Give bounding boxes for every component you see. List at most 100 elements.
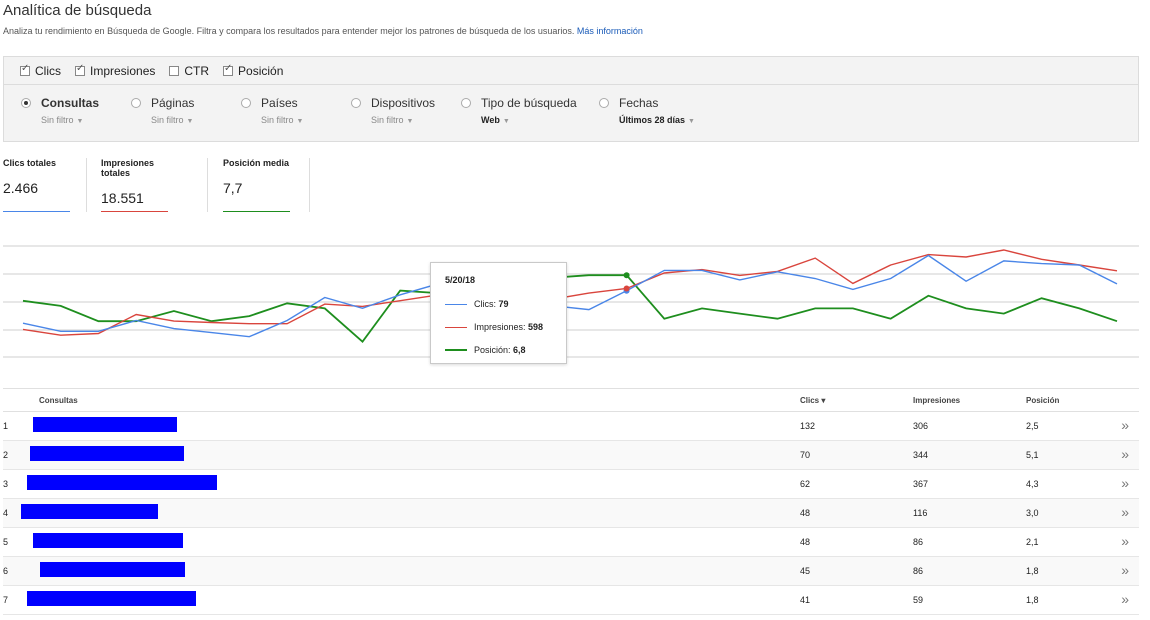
radio-icon [461, 98, 471, 108]
cell-impressions: 344 [913, 450, 929, 460]
total-impressions: Impresiones totales 18.551 [101, 158, 168, 212]
row-number: 4 [3, 508, 9, 518]
tooltip-row-clicks: Clics: 79 [445, 299, 552, 309]
dimension-dates[interactable]: Fechas Últimos 28 días ▼ [599, 96, 695, 125]
table-row[interactable]: 3 62 367 4,3 » [3, 470, 1139, 499]
metric-clicks-checkbox[interactable]: Clics [20, 63, 61, 78]
caret-down-icon: ▼ [186, 118, 194, 125]
performance-chart[interactable] [3, 232, 1139, 372]
column-header-impressions[interactable]: Impresiones [913, 396, 960, 405]
tooltip-value: 6,8 [513, 345, 526, 355]
dimension-label: Páginas [151, 96, 195, 110]
dimension-search-type[interactable]: Tipo de búsqueda Web ▼ [461, 96, 577, 125]
expand-row-icon[interactable]: » [1121, 475, 1129, 491]
cell-position: 3,0 [1026, 508, 1039, 518]
dimension-filter-dropdown[interactable]: Sin filtro ▼ [371, 115, 435, 125]
table-row[interactable]: 1 132 306 2,5 » [3, 412, 1139, 441]
expand-row-icon[interactable]: » [1121, 504, 1129, 520]
expand-row-icon[interactable]: » [1121, 591, 1129, 607]
redacted-query [27, 475, 217, 490]
filter-label: Sin filtro [151, 115, 184, 125]
total-value: 2.466 [3, 180, 39, 196]
checkbox-checked-icon [20, 63, 30, 76]
cell-impressions: 367 [913, 479, 929, 489]
dimension-label: Consultas [41, 96, 100, 110]
tooltip-row-position: Posición: 6,8 [445, 345, 552, 355]
cell-impressions: 86 [913, 537, 924, 547]
dimension-filter-dropdown[interactable]: Sin filtro ▼ [41, 115, 99, 125]
dimension-filter-dropdown[interactable]: Últimos 28 días ▼ [619, 115, 695, 125]
cell-clicks: 48 [800, 508, 811, 518]
filter-label: Sin filtro [41, 115, 74, 125]
filter-label: Últimos 28 días [619, 115, 686, 125]
dimension-filter-dropdown[interactable]: Web ▼ [481, 115, 577, 125]
divider [207, 158, 208, 212]
dimension-label: Tipo de búsqueda [481, 96, 577, 110]
total-value: 7,7 [223, 180, 243, 196]
expand-row-icon[interactable]: » [1121, 533, 1129, 549]
caret-down-icon: ▼ [688, 118, 695, 125]
more-info-link[interactable]: Más información [577, 26, 643, 36]
legend-line-icon [445, 303, 467, 305]
series-line-impresiones [22, 249, 1118, 336]
expand-row-icon[interactable]: » [1121, 562, 1129, 578]
total-position: Posición media 7,7 [223, 158, 290, 212]
metric-impressions-checkbox[interactable]: Impresiones [75, 63, 155, 78]
table-row[interactable]: 7 41 59 1,8 » [3, 586, 1139, 615]
cell-clicks: 45 [800, 566, 811, 576]
total-label: Clics totales [3, 158, 57, 168]
row-number: 1 [3, 421, 9, 431]
total-clicks: Clics totales 2.466 [3, 158, 70, 212]
cell-impressions: 116 [913, 508, 928, 518]
total-label: Impresiones totales [101, 158, 155, 178]
dimension-pages[interactable]: Páginas Sin filtro ▼ [131, 96, 194, 125]
expand-row-icon[interactable]: » [1121, 417, 1129, 433]
radio-selected-icon [21, 98, 31, 108]
table-row[interactable]: 6 45 86 1,8 » [3, 557, 1139, 586]
caret-down-icon: ▼ [76, 118, 84, 125]
table-row[interactable]: 2 70 344 5,1 » [3, 441, 1139, 470]
column-header-clicks[interactable]: Clics ▾ [800, 396, 825, 405]
radio-icon [351, 98, 361, 108]
row-number: 7 [3, 595, 9, 605]
page-title: Analítica de búsqueda [3, 2, 152, 19]
radio-icon [599, 98, 609, 108]
total-label: Posición media [223, 158, 290, 168]
dimensions-bar: Consultas Sin filtro ▼ Páginas Sin filtro… [3, 84, 1139, 142]
cell-clicks: 41 [800, 595, 811, 605]
page-description: Analiza tu rendimiento en Búsqueda de Go… [3, 26, 643, 36]
expand-row-icon[interactable]: » [1121, 446, 1129, 462]
tooltip-label: Impresiones: [474, 322, 526, 332]
dimension-countries[interactable]: Países Sin filtro ▼ [241, 96, 303, 125]
tooltip-value: 598 [528, 322, 544, 332]
metric-ctr-checkbox[interactable]: CTR [169, 64, 209, 78]
dimension-label: Fechas [619, 96, 659, 110]
checkbox-checked-icon [223, 63, 234, 76]
column-header-query[interactable]: Consultas [39, 396, 78, 405]
dimension-label: Dispositivos [371, 96, 436, 110]
cell-clicks: 132 [800, 421, 816, 431]
table-row[interactable]: 4 48 116 3,0 » [3, 499, 1139, 528]
dimension-devices[interactable]: Dispositivos Sin filtro ▼ [351, 96, 435, 125]
tooltip-label: Clics: [474, 299, 496, 309]
metric-label: Posición [238, 63, 284, 78]
cell-clicks: 48 [800, 537, 811, 547]
row-number: 6 [3, 566, 9, 576]
metric-position-checkbox[interactable]: Posición [223, 63, 284, 78]
dimension-queries[interactable]: Consultas Sin filtro ▼ [21, 96, 99, 125]
radio-icon [241, 98, 251, 108]
highlight-point-impresiones [623, 285, 630, 292]
cell-clicks: 70 [800, 450, 811, 460]
caret-down-icon: ▼ [296, 118, 304, 125]
chart-tooltip: 5/20/18 Clics: 79 Impresiones: 598 Posic… [430, 262, 567, 364]
dimension-filter-dropdown[interactable]: Sin filtro ▼ [261, 115, 303, 125]
table-row[interactable]: 5 48 86 2,1 » [3, 528, 1139, 557]
divider [309, 158, 310, 212]
cell-impressions: 59 [913, 595, 924, 605]
cell-position: 2,1 [1026, 537, 1039, 547]
cell-impressions: 86 [913, 566, 924, 576]
total-underline [223, 211, 290, 212]
column-header-position[interactable]: Posición [1026, 396, 1059, 405]
row-number: 5 [3, 537, 9, 547]
dimension-filter-dropdown[interactable]: Sin filtro ▼ [151, 115, 194, 125]
